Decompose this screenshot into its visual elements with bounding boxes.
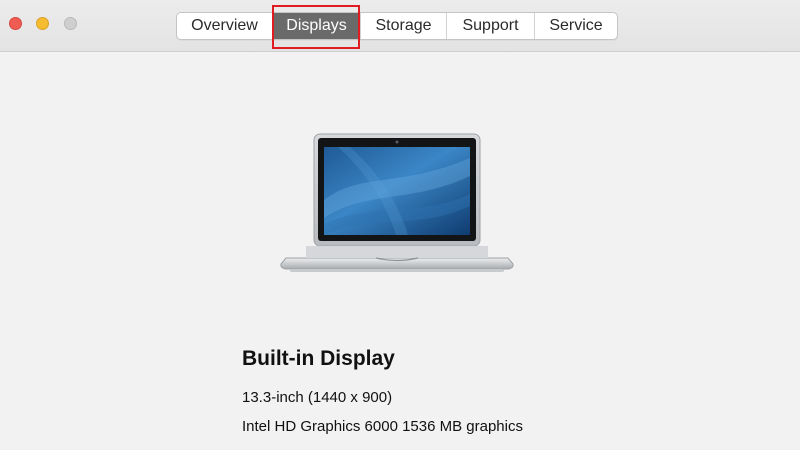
display-graphics: Intel HD Graphics 6000 1536 MB graphics xyxy=(242,418,523,435)
tab-displays[interactable]: Displays xyxy=(273,13,361,39)
display-size-resolution: 13.3-inch (1440 x 900) xyxy=(242,389,393,406)
tab-bar: Overview Displays Storage Support Servic… xyxy=(176,12,618,40)
tab-overview[interactable]: Overview xyxy=(177,13,273,39)
zoom-button[interactable] xyxy=(64,17,77,30)
about-this-mac-window: Overview Displays Storage Support Servic… xyxy=(0,0,800,450)
display-name: Built-in Display xyxy=(242,347,395,370)
minimize-button[interactable] xyxy=(36,17,49,30)
tab-storage[interactable]: Storage xyxy=(361,13,447,39)
display-info: Built-in Display 13.3-inch (1440 x 900) … xyxy=(242,345,523,446)
title-bar: Overview Displays Storage Support Servic… xyxy=(0,0,800,52)
tab-service[interactable]: Service xyxy=(535,13,617,39)
close-button[interactable] xyxy=(9,17,22,30)
tab-support[interactable]: Support xyxy=(447,13,535,39)
laptop-icon xyxy=(280,133,514,272)
